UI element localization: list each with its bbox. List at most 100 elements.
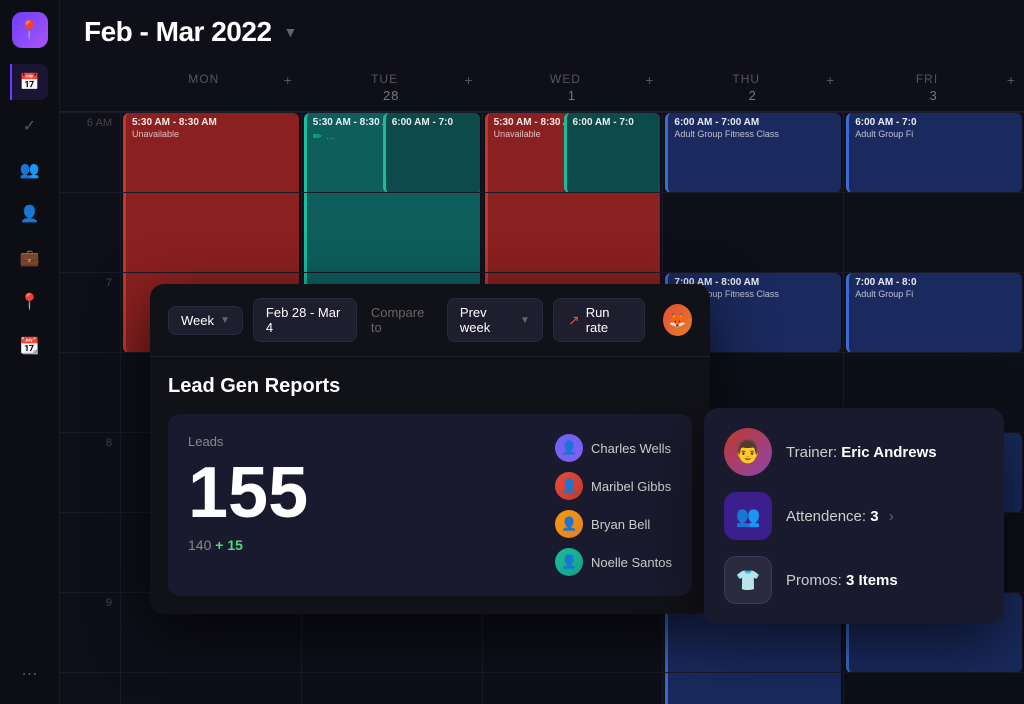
promos-value: 3 Items — [846, 572, 898, 589]
user-avatar-button[interactable]: 🦊 — [663, 304, 692, 336]
run-rate-icon: ↗ — [568, 312, 580, 329]
calendar-header: + MON + TUE 28 + WED 1 + THU 2 + FRI 3 — [60, 64, 1024, 112]
add-mon-button[interactable]: + — [284, 72, 293, 88]
leads-base: 140 — [188, 537, 211, 553]
sidebar-item-bag[interactable]: 💼 — [12, 240, 48, 276]
lead-name-2: Maribel Gibbs — [591, 479, 671, 494]
time-930 — [60, 672, 120, 704]
avatar: 👤 — [555, 510, 583, 538]
sidebar-item-more[interactable]: ⋯ — [12, 656, 48, 692]
lead-name-1: Charles Wells — [591, 441, 671, 456]
leads-card: Leads 155 140 + 15 👤 Charles Wells — [168, 414, 692, 596]
wed-cell-630[interactable] — [483, 192, 663, 272]
event-tue-6am[interactable]: 6:00 AM - 7:0 — [383, 113, 480, 193]
avatar: 👤 — [555, 472, 583, 500]
avatar: 👤 — [555, 434, 583, 462]
day-label-fri: FRI — [916, 72, 938, 86]
col-header-mon: + MON — [120, 64, 301, 111]
mon-cell-630[interactable] — [121, 192, 301, 272]
time-7am: 7 — [60, 272, 120, 352]
day-label-wed: WED — [550, 72, 581, 86]
attendence-row: 👥 Attendence: 3 › — [724, 492, 984, 540]
event-fri-6am[interactable]: 6:00 AM - 7:0 Adult Group Fi — [846, 113, 1022, 193]
sidebar-item-calendar[interactable]: 📅 — [10, 64, 48, 100]
sidebar-item-location[interactable]: 📍 — [12, 284, 48, 320]
event-label: Adult Group Fi — [855, 289, 1016, 299]
time-730 — [60, 352, 120, 432]
fri-cell-630[interactable] — [844, 192, 1024, 272]
add-thu-button[interactable]: + — [826, 72, 835, 88]
day-label-mon: MON — [188, 72, 219, 86]
prev-week-label: Prev week — [460, 305, 514, 335]
event-wed-6am[interactable]: 6:00 AM - 7:0 — [564, 113, 661, 193]
app-logo[interactable]: 📍 — [12, 12, 48, 48]
attendence-info: Attendence: 3 › — [786, 508, 894, 525]
time-9am: 9 — [60, 592, 120, 672]
promos-label: Promos: — [786, 572, 842, 589]
sidebar-item-person[interactable]: 👤 — [12, 196, 48, 232]
sidebar-item-users[interactable]: 👥 — [12, 152, 48, 188]
title-dropdown-icon[interactable]: ▼ — [284, 24, 298, 40]
lead-name-4: Noelle Santos — [591, 555, 672, 570]
add-fri-button[interactable]: + — [1007, 72, 1016, 88]
trainer-info: Trainer: Eric Andrews — [786, 444, 937, 461]
event-time: 6:00 AM - 7:0 — [855, 117, 1016, 128]
prev-week-chevron-icon: ▼ — [520, 315, 530, 326]
event-time: 6:00 AM - 7:00 AM — [674, 117, 835, 128]
list-item: 👤 Bryan Bell — [555, 510, 672, 538]
mon-cell-930[interactable] — [121, 672, 301, 704]
event-time: 6:00 AM - 7:0 — [573, 117, 655, 128]
main-content: Feb - Mar 2022 ▼ + MON + TUE 28 + WED 1 … — [60, 0, 1024, 704]
run-rate-label: Run rate — [586, 305, 630, 335]
trainer-avatar: 👨 — [724, 428, 772, 476]
leads-sub: 140 + 15 — [188, 537, 535, 553]
list-item: 👤 Noelle Santos — [555, 548, 672, 576]
leads-number: 155 — [188, 457, 535, 529]
session-popup: 👨 Trainer: Eric Andrews 👥 Attendence: 3 … — [704, 408, 1004, 624]
mon-cell-6[interactable]: 5:30 AM - 8:30 AM Unavailable — [121, 112, 301, 192]
prev-week-selector[interactable]: Prev week ▼ — [447, 298, 543, 342]
attendence-count: 3 — [870, 508, 878, 525]
wed-cell-930[interactable] — [483, 672, 663, 704]
date-range-selector[interactable]: Feb 28 - Mar 4 — [253, 298, 357, 342]
week-selector[interactable]: Week ▼ — [168, 306, 243, 335]
tue-cell-630[interactable] — [302, 192, 482, 272]
sidebar-item-calendar2[interactable]: 📆 — [12, 328, 48, 364]
report-content: Lead Gen Reports Leads 155 140 + 15 👤 — [150, 357, 710, 614]
edit-icon[interactable]: ✏ — [313, 130, 322, 143]
event-thu-6am[interactable]: 6:00 AM - 7:00 AM Adult Group Fitness Cl… — [665, 113, 841, 193]
event-label: Adult Group Fitness Class — [674, 129, 835, 139]
col-header-thu: + THU 2 — [662, 64, 843, 111]
col-header-tue: + TUE 28 — [301, 64, 482, 111]
trainer-name: Eric Andrews — [841, 444, 936, 461]
week-label: Week — [181, 313, 214, 328]
fri-cell-7[interactable]: 7:00 AM - 8:0 Adult Group Fi — [844, 272, 1024, 352]
tue-cell-930[interactable] — [302, 672, 482, 704]
date-wed: 1 — [486, 88, 659, 103]
compare-label: Compare to — [371, 305, 433, 335]
leads-label: Leads — [188, 434, 535, 449]
thu-cell-630[interactable] — [663, 192, 843, 272]
col-header-wed: + WED 1 — [482, 64, 663, 111]
thu-cell-6[interactable]: 6:00 AM - 7:00 AM Adult Group Fitness Cl… — [663, 112, 843, 192]
run-rate-button[interactable]: ↗ Run rate — [553, 298, 645, 342]
add-wed-button[interactable]: + — [645, 72, 654, 88]
event-fri-7am[interactable]: 7:00 AM - 8:0 Adult Group Fi — [846, 273, 1022, 353]
tshirt-icon: 👕 — [736, 568, 761, 593]
attendence-icon: 👥 — [724, 492, 772, 540]
fri-cell-930[interactable] — [844, 672, 1024, 704]
wed-cell-6[interactable]: 5:30 AM - 8:30 AM Unavailable 6:00 AM - … — [483, 112, 663, 192]
thu-cell-930[interactable] — [663, 672, 843, 704]
attendence-arrow-icon[interactable]: › — [889, 508, 894, 525]
col-header-fri: + FRI 3 — [843, 64, 1024, 111]
fri-cell-6[interactable]: 6:00 AM - 7:0 Adult Group Fi — [844, 112, 1024, 192]
date-thu: 2 — [666, 88, 839, 103]
event-label: Unavailable — [132, 129, 293, 139]
avatar: 👤 — [555, 548, 583, 576]
week-chevron-icon: ▼ — [220, 315, 230, 326]
add-tue-button[interactable]: + — [464, 72, 473, 88]
tue-cell-6[interactable]: 5:30 AM - 8:30 AM ✏ ... 6:00 AM - 7:0 — [302, 112, 482, 192]
trainer-label: Trainer: — [786, 444, 837, 461]
sidebar-item-check[interactable]: ✓ — [12, 108, 48, 144]
time-column: 6 AM 7 8 9 10 — [60, 112, 120, 704]
